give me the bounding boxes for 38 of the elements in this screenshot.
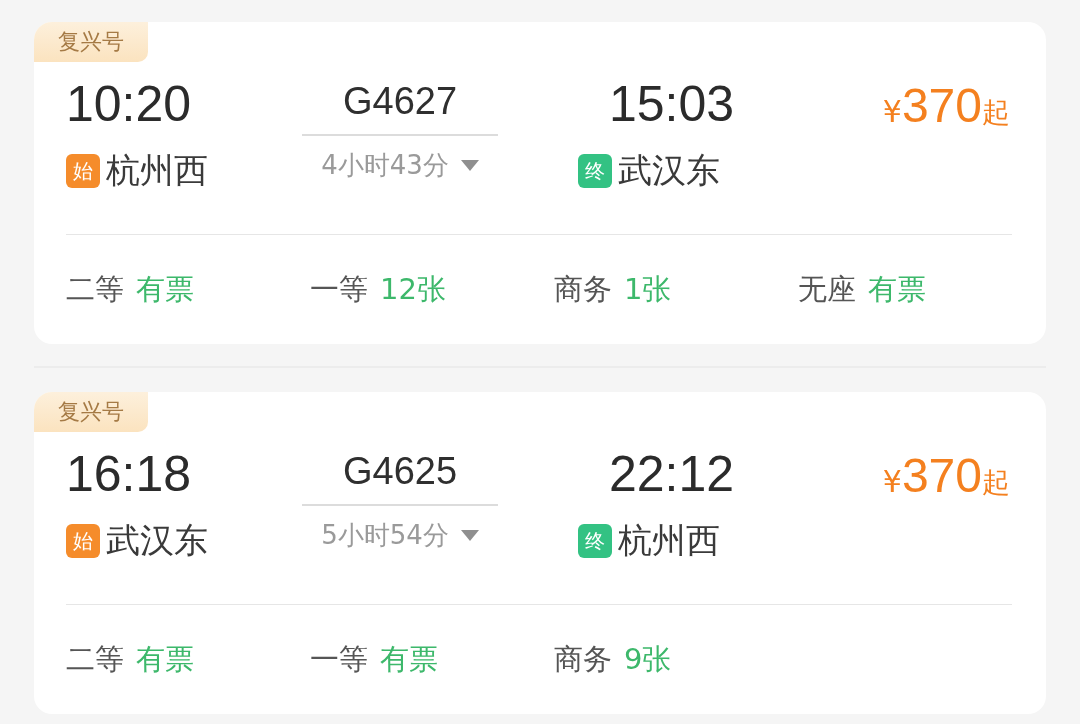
seat-class: 二等	[66, 640, 124, 678]
start-tag: 始	[66, 524, 100, 558]
arrival-time: 22:12	[608, 446, 734, 502]
departure-time: 10:20	[66, 76, 192, 132]
train-type-badge: 复兴号	[34, 22, 148, 62]
caret-icon	[460, 530, 479, 541]
duration-text: 4小时43分	[321, 149, 449, 182]
seat-availability: 有票	[380, 640, 438, 678]
seat-availability: 12张	[380, 270, 446, 308]
caret-icon	[460, 160, 479, 171]
arrival-station: 杭州西	[618, 519, 720, 562]
seat-availability: 有票	[136, 270, 194, 308]
seat-availability: 有票	[868, 270, 926, 308]
end-tag: 终	[578, 524, 612, 558]
train-card[interactable]: 复兴号 10:20 始 杭州西 G4627 4小时43分 15:03 终 武汉东 ¥370起 二等 有票 一等 12张 商务 1张 无座 有票	[34, 22, 1046, 344]
train-type-badge: 复兴号	[34, 392, 148, 432]
price: ¥370起	[882, 448, 1010, 503]
train-number: G4627	[342, 79, 458, 124]
departure-station: 杭州西	[106, 149, 208, 192]
end-tag: 终	[578, 154, 612, 188]
seat-availability: 9张	[624, 640, 672, 678]
start-tag: 始	[66, 154, 100, 188]
seat-class: 无座	[798, 270, 856, 308]
seat-class: 商务	[554, 640, 612, 678]
seat-class: 商务	[554, 270, 612, 308]
arrival-station: 武汉东	[618, 149, 720, 192]
seat-class: 一等	[310, 270, 368, 308]
departure-station: 武汉东	[106, 519, 208, 562]
train-number: G4625	[342, 449, 458, 494]
seat-availability: 1张	[624, 270, 672, 308]
price: ¥370起	[882, 78, 1010, 133]
seat-class: 一等	[310, 640, 368, 678]
seat-class: 二等	[66, 270, 124, 308]
train-card[interactable]: 复兴号 16:18 始 武汉东 G4625 5小时54分 22:12 终 杭州西 ¥370起 二等 有票 一等 有票 商务 9张	[34, 392, 1046, 714]
duration-text: 5小时54分	[321, 519, 449, 552]
arrival-time: 15:03	[608, 76, 734, 132]
seat-availability: 有票	[136, 640, 194, 678]
departure-time: 16:18	[66, 446, 192, 502]
